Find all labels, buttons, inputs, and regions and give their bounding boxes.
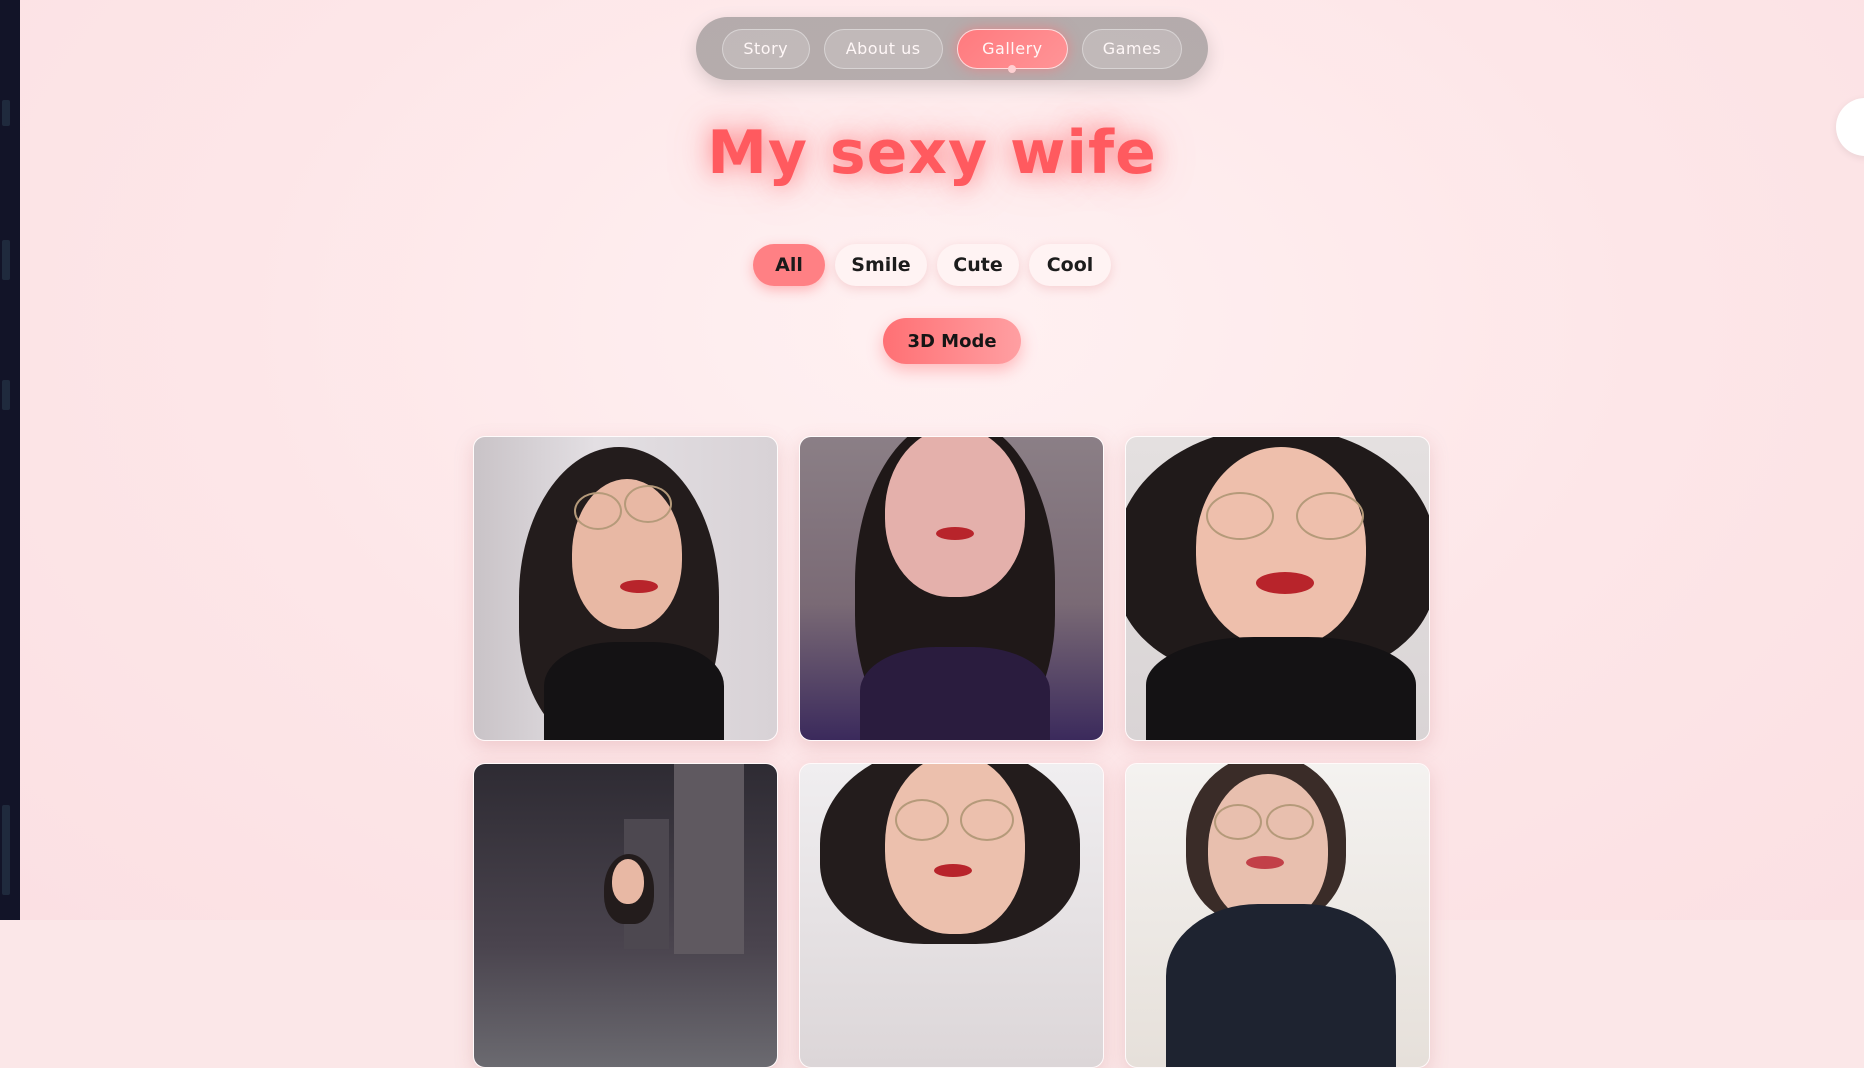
gallery-card[interactable]: [799, 436, 1104, 741]
photo-gallery: [473, 436, 1433, 1068]
gallery-card[interactable]: [473, 763, 778, 1068]
gallery-card[interactable]: [1125, 436, 1430, 741]
nav-story[interactable]: Story: [722, 28, 810, 69]
nav-gallery[interactable]: Gallery: [956, 28, 1069, 73]
photo-image: [474, 437, 777, 740]
gallery-card[interactable]: [1125, 763, 1430, 1068]
page-title: My sexy wife: [707, 118, 1157, 188]
3d-mode-button[interactable]: 3D Mode: [883, 318, 1021, 364]
photo-image: [800, 764, 1103, 1067]
nav-label: Gallery: [982, 39, 1043, 58]
filter-cool[interactable]: Cool: [1029, 244, 1111, 286]
gallery-card[interactable]: [473, 436, 778, 741]
nav-label: Games: [1102, 39, 1162, 58]
edge-mark: [2, 380, 10, 410]
gallery-card[interactable]: [799, 763, 1104, 1068]
filter-cute[interactable]: Cute: [937, 244, 1019, 286]
filter-smile[interactable]: Smile: [835, 244, 927, 286]
photo-image: [1126, 764, 1429, 1067]
photo-image: [474, 764, 777, 1067]
photo-image: [1126, 437, 1429, 740]
nav-label: About us: [845, 39, 921, 58]
nav-games[interactable]: Games: [1082, 28, 1183, 69]
active-indicator: [1008, 64, 1017, 73]
filter-all[interactable]: All: [753, 244, 825, 286]
photo-image: [800, 437, 1103, 740]
top-nav: Story About us Gallery Games: [696, 17, 1208, 80]
nav-about-us[interactable]: About us: [823, 28, 943, 69]
filter-bar: All Smile Cute Cool: [0, 244, 1864, 286]
nav-label: Story: [743, 39, 789, 58]
edge-mark: [2, 805, 10, 895]
